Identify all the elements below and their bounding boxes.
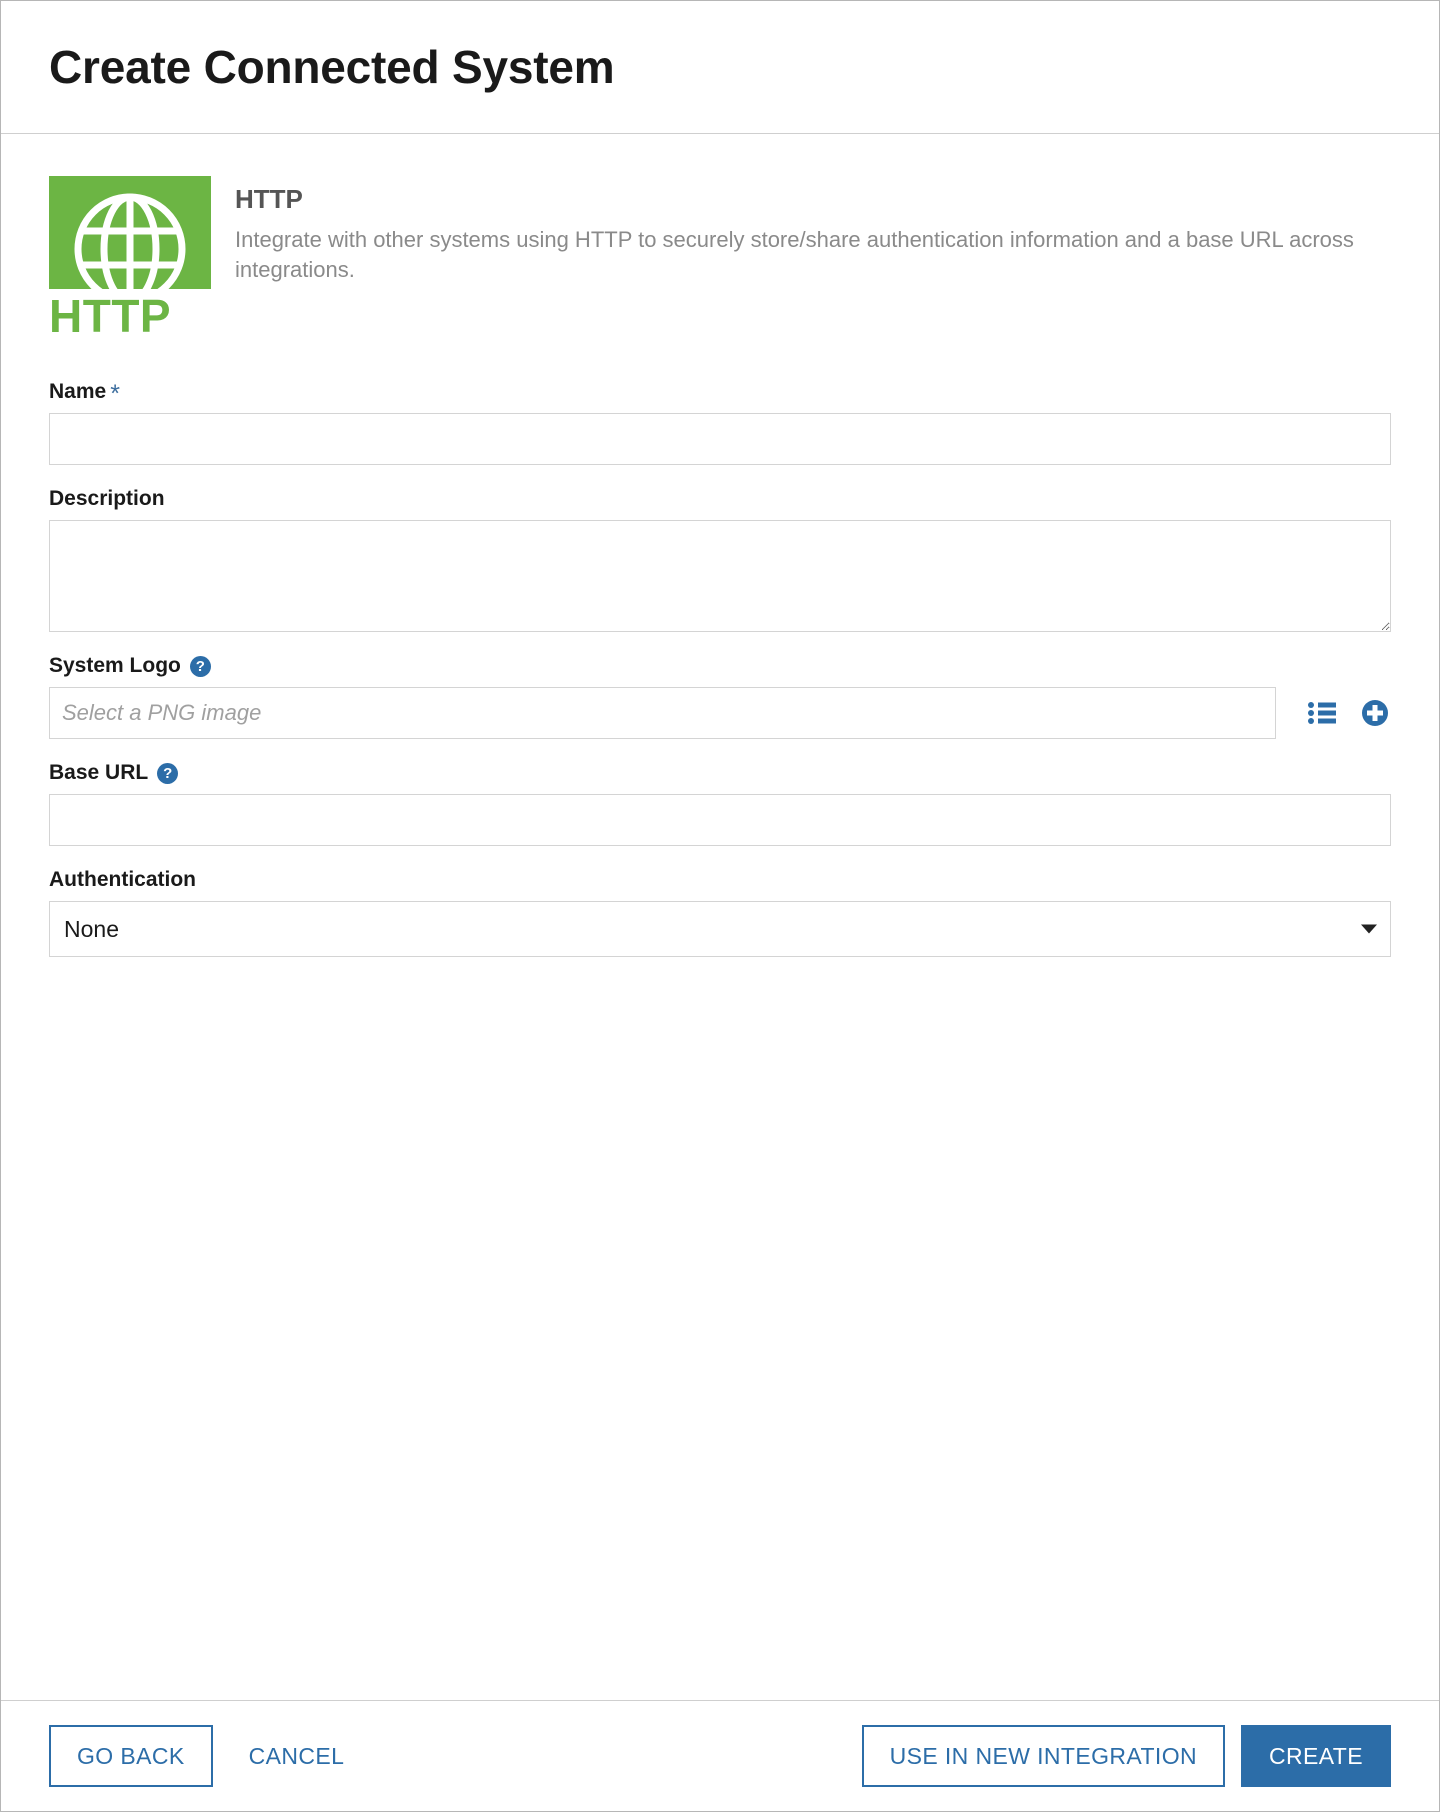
system-description: Integrate with other systems using HTTP … bbox=[235, 227, 1354, 283]
help-icon[interactable]: ? bbox=[157, 762, 179, 784]
browse-documents-button[interactable] bbox=[1308, 701, 1336, 725]
system-logo-label-text: System Logo bbox=[49, 654, 181, 677]
base-url-field-label: Base URL ? bbox=[49, 761, 1391, 785]
description-field-group: Description bbox=[49, 487, 1391, 632]
description-label-text: Description bbox=[49, 487, 165, 510]
required-asterisk: * bbox=[110, 380, 120, 408]
create-connected-system-dialog: Create Connected System HTTP HTTP Integr… bbox=[0, 0, 1440, 1812]
create-button[interactable]: CREATE bbox=[1241, 1725, 1391, 1787]
system-logo: HTTP bbox=[49, 176, 211, 341]
dialog-footer: GO BACK CANCEL USE IN NEW INTEGRATION CR… bbox=[1, 1700, 1439, 1811]
footer-right-actions: USE IN NEW INTEGRATION CREATE bbox=[861, 1725, 1391, 1787]
logo-wordmark: HTTP bbox=[49, 290, 172, 342]
system-logo-input[interactable] bbox=[49, 687, 1276, 739]
description-field-label: Description bbox=[49, 487, 1391, 511]
system-banner: HTTP HTTP Integrate with other systems u… bbox=[49, 176, 1391, 341]
name-input[interactable] bbox=[49, 413, 1391, 465]
globe-icon bbox=[49, 176, 211, 289]
system-logo-input-row bbox=[49, 687, 1391, 739]
name-label-text: Name bbox=[49, 379, 107, 403]
dialog-header: Create Connected System bbox=[1, 1, 1439, 134]
authentication-selected-value: None bbox=[64, 915, 119, 942]
dialog-body: HTTP HTTP Integrate with other systems u… bbox=[1, 134, 1439, 1700]
authentication-field-group: Authentication None bbox=[49, 868, 1391, 957]
system-logo-field-label: System Logo ? bbox=[49, 654, 1391, 678]
list-icon bbox=[1308, 701, 1336, 725]
cancel-button[interactable]: CANCEL bbox=[227, 1725, 367, 1787]
system-info: HTTP Integrate with other systems using … bbox=[211, 176, 1391, 286]
authentication-select-wrap: None bbox=[49, 901, 1391, 957]
base-url-label-text: Base URL bbox=[49, 761, 149, 784]
description-textarea[interactable] bbox=[49, 520, 1391, 632]
authentication-label-text: Authentication bbox=[49, 868, 196, 891]
name-field-group: Name * bbox=[49, 379, 1391, 465]
base-url-field-group: Base URL ? bbox=[49, 761, 1391, 846]
name-field-label: Name * bbox=[49, 379, 1391, 408]
plus-circle-icon bbox=[1362, 700, 1388, 726]
system-name: HTTP bbox=[235, 184, 303, 214]
authentication-select[interactable]: None bbox=[49, 901, 1391, 957]
footer-left-actions: GO BACK CANCEL bbox=[49, 1725, 366, 1787]
authentication-field-label: Authentication bbox=[49, 868, 1391, 892]
use-in-new-integration-button[interactable]: USE IN NEW INTEGRATION bbox=[861, 1725, 1225, 1787]
go-back-button[interactable]: GO BACK bbox=[49, 1725, 213, 1787]
page-title: Create Connected System bbox=[49, 41, 615, 93]
system-logo-field-group: System Logo ? bbox=[49, 654, 1391, 739]
help-icon[interactable]: ? bbox=[189, 655, 211, 677]
base-url-input[interactable] bbox=[49, 794, 1391, 846]
add-document-button[interactable] bbox=[1362, 700, 1388, 726]
